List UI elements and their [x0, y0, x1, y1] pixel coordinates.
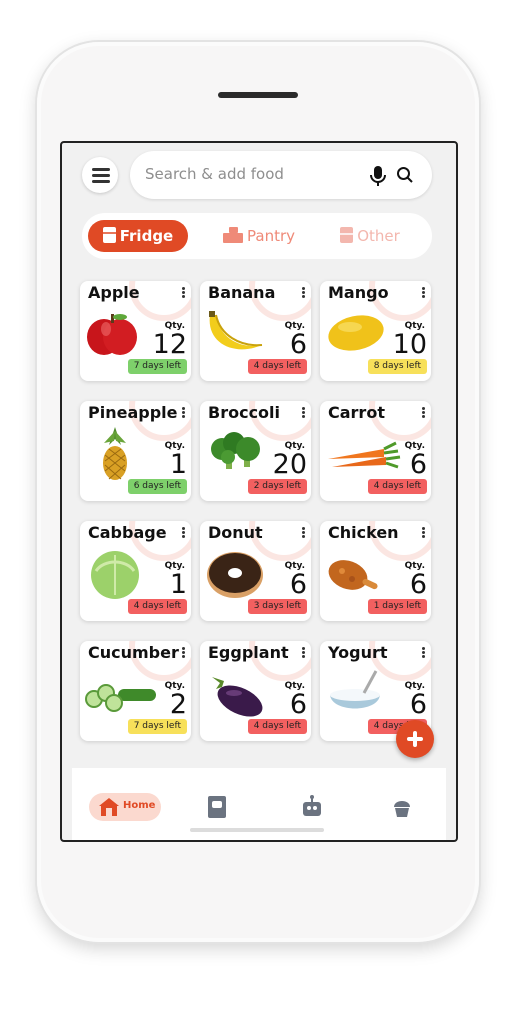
- food-name: Pineapple: [88, 403, 178, 422]
- yogurt-icon: [330, 670, 380, 709]
- search-bar: Search & add food: [82, 151, 432, 199]
- food-card[interactable]: Apple Qty. 12 7 days left: [80, 281, 191, 381]
- food-name: Cabbage: [88, 523, 167, 542]
- food-card[interactable]: Pineapple Qty. 1 6 days left: [80, 401, 191, 501]
- qty-value: 6: [409, 569, 427, 600]
- carrot-icon: [328, 441, 401, 469]
- robot-icon[interactable]: [300, 795, 324, 819]
- mango-icon: [328, 315, 384, 351]
- tab-pantry[interactable]: Pantry: [214, 220, 304, 252]
- tab-other[interactable]: Other: [330, 220, 410, 252]
- cucumber-icon: [85, 684, 156, 712]
- days-left-badge: 8 days left: [367, 359, 427, 374]
- tab-fridge-label: Fridge: [119, 227, 174, 245]
- food-name: Carrot: [328, 403, 385, 422]
- more-icon[interactable]: [182, 287, 185, 299]
- qty-value: 12: [152, 329, 187, 360]
- add-food-button[interactable]: [396, 720, 434, 758]
- more-icon[interactable]: [302, 647, 305, 659]
- more-icon[interactable]: [182, 527, 185, 539]
- food-name: Cucumber: [88, 643, 179, 662]
- qty-value: 6: [289, 329, 307, 360]
- food-card[interactable]: Mango Qty. 10 8 days left: [320, 281, 431, 381]
- qty-value: 1: [169, 569, 187, 600]
- food-name: Eggplant: [208, 643, 289, 662]
- menu-button[interactable]: [82, 157, 118, 193]
- days-left-badge: 4 days left: [367, 479, 427, 494]
- storage-tabs: Fridge Pantry Other: [82, 213, 432, 259]
- days-left-badge: 6 days left: [127, 479, 187, 494]
- broccoli-icon: [211, 432, 260, 469]
- qty-value: 2: [169, 689, 187, 720]
- more-icon[interactable]: [302, 527, 305, 539]
- search-icon[interactable]: [396, 166, 414, 184]
- pantry-icon: [223, 227, 243, 243]
- food-name: Yogurt: [328, 643, 388, 662]
- days-left-badge: 4 days left: [247, 719, 307, 734]
- food-card[interactable]: Cucumber Qty. 2 7 days left: [80, 641, 191, 741]
- more-icon[interactable]: [182, 647, 185, 659]
- eggplant-icon: [212, 677, 263, 717]
- days-left-badge: 7 days left: [127, 359, 187, 374]
- days-left-badge: 4 days left: [127, 599, 187, 614]
- food-card[interactable]: Chicken Qty. 6 1 days left: [320, 521, 431, 621]
- app-screen: Search & add food Fridge Pantry Other Ap…: [60, 141, 458, 842]
- days-left-badge: 4 days left: [247, 359, 307, 374]
- more-icon[interactable]: [182, 407, 185, 419]
- days-left-badge: 2 days left: [247, 479, 307, 494]
- more-icon[interactable]: [422, 527, 425, 539]
- qty-value: 6: [409, 449, 427, 480]
- phone-speaker: [218, 92, 298, 98]
- food-card[interactable]: Banana Qty. 6 4 days left: [200, 281, 311, 381]
- food-name: Apple: [88, 283, 140, 302]
- banana-icon: [209, 311, 263, 350]
- food-card[interactable]: Cabbage Qty. 1 4 days left: [80, 521, 191, 621]
- food-name: Broccoli: [208, 403, 281, 422]
- search-placeholder: Search & add food: [145, 165, 284, 183]
- food-card[interactable]: Donut Qty. 6 3 days left: [200, 521, 311, 621]
- days-left-badge: 3 days left: [247, 599, 307, 614]
- tab-pantry-label: Pantry: [247, 227, 295, 245]
- home-icon: [99, 798, 119, 816]
- days-left-badge: 1 days left: [367, 599, 427, 614]
- more-icon[interactable]: [422, 407, 425, 419]
- food-name: Banana: [208, 283, 276, 302]
- fridge-icon: [102, 227, 116, 243]
- pineapple-icon: [103, 427, 127, 480]
- home-indicator: [190, 828, 324, 832]
- food-name: Chicken: [328, 523, 399, 542]
- more-icon[interactable]: [302, 287, 305, 299]
- food-card[interactable]: Carrot Qty. 6 4 days left: [320, 401, 431, 501]
- mic-icon[interactable]: [368, 165, 388, 187]
- qty-value: 10: [392, 329, 427, 360]
- chicken-icon: [328, 560, 378, 590]
- food-card[interactable]: Eggplant Qty. 6 4 days left: [200, 641, 311, 741]
- recipe-book-icon[interactable]: [205, 795, 229, 819]
- qty-value: 20: [272, 449, 307, 480]
- search-input[interactable]: Search & add food: [130, 151, 432, 199]
- food-name: Donut: [208, 523, 263, 542]
- more-icon[interactable]: [422, 287, 425, 299]
- bottom-nav: Home: [72, 768, 446, 840]
- nav-home-label: Home: [123, 800, 156, 811]
- tab-other-label: Other: [357, 227, 400, 245]
- days-left-badge: 7 days left: [127, 719, 187, 734]
- food-name: Mango: [328, 283, 389, 302]
- more-icon[interactable]: [302, 407, 305, 419]
- cabbage-icon: [91, 551, 139, 599]
- more-icon[interactable]: [422, 647, 425, 659]
- donut-icon: [207, 552, 263, 598]
- qty-value: 6: [289, 569, 307, 600]
- apple-icon: [87, 314, 137, 355]
- nav-home[interactable]: Home: [89, 793, 161, 821]
- cupcake-icon[interactable]: [390, 795, 414, 819]
- other-icon: [340, 227, 354, 243]
- qty-value: 6: [409, 689, 427, 720]
- food-card[interactable]: Broccoli Qty. 20 2 days left: [200, 401, 311, 501]
- qty-value: 1: [169, 449, 187, 480]
- qty-value: 6: [289, 689, 307, 720]
- tab-fridge[interactable]: Fridge: [88, 220, 188, 252]
